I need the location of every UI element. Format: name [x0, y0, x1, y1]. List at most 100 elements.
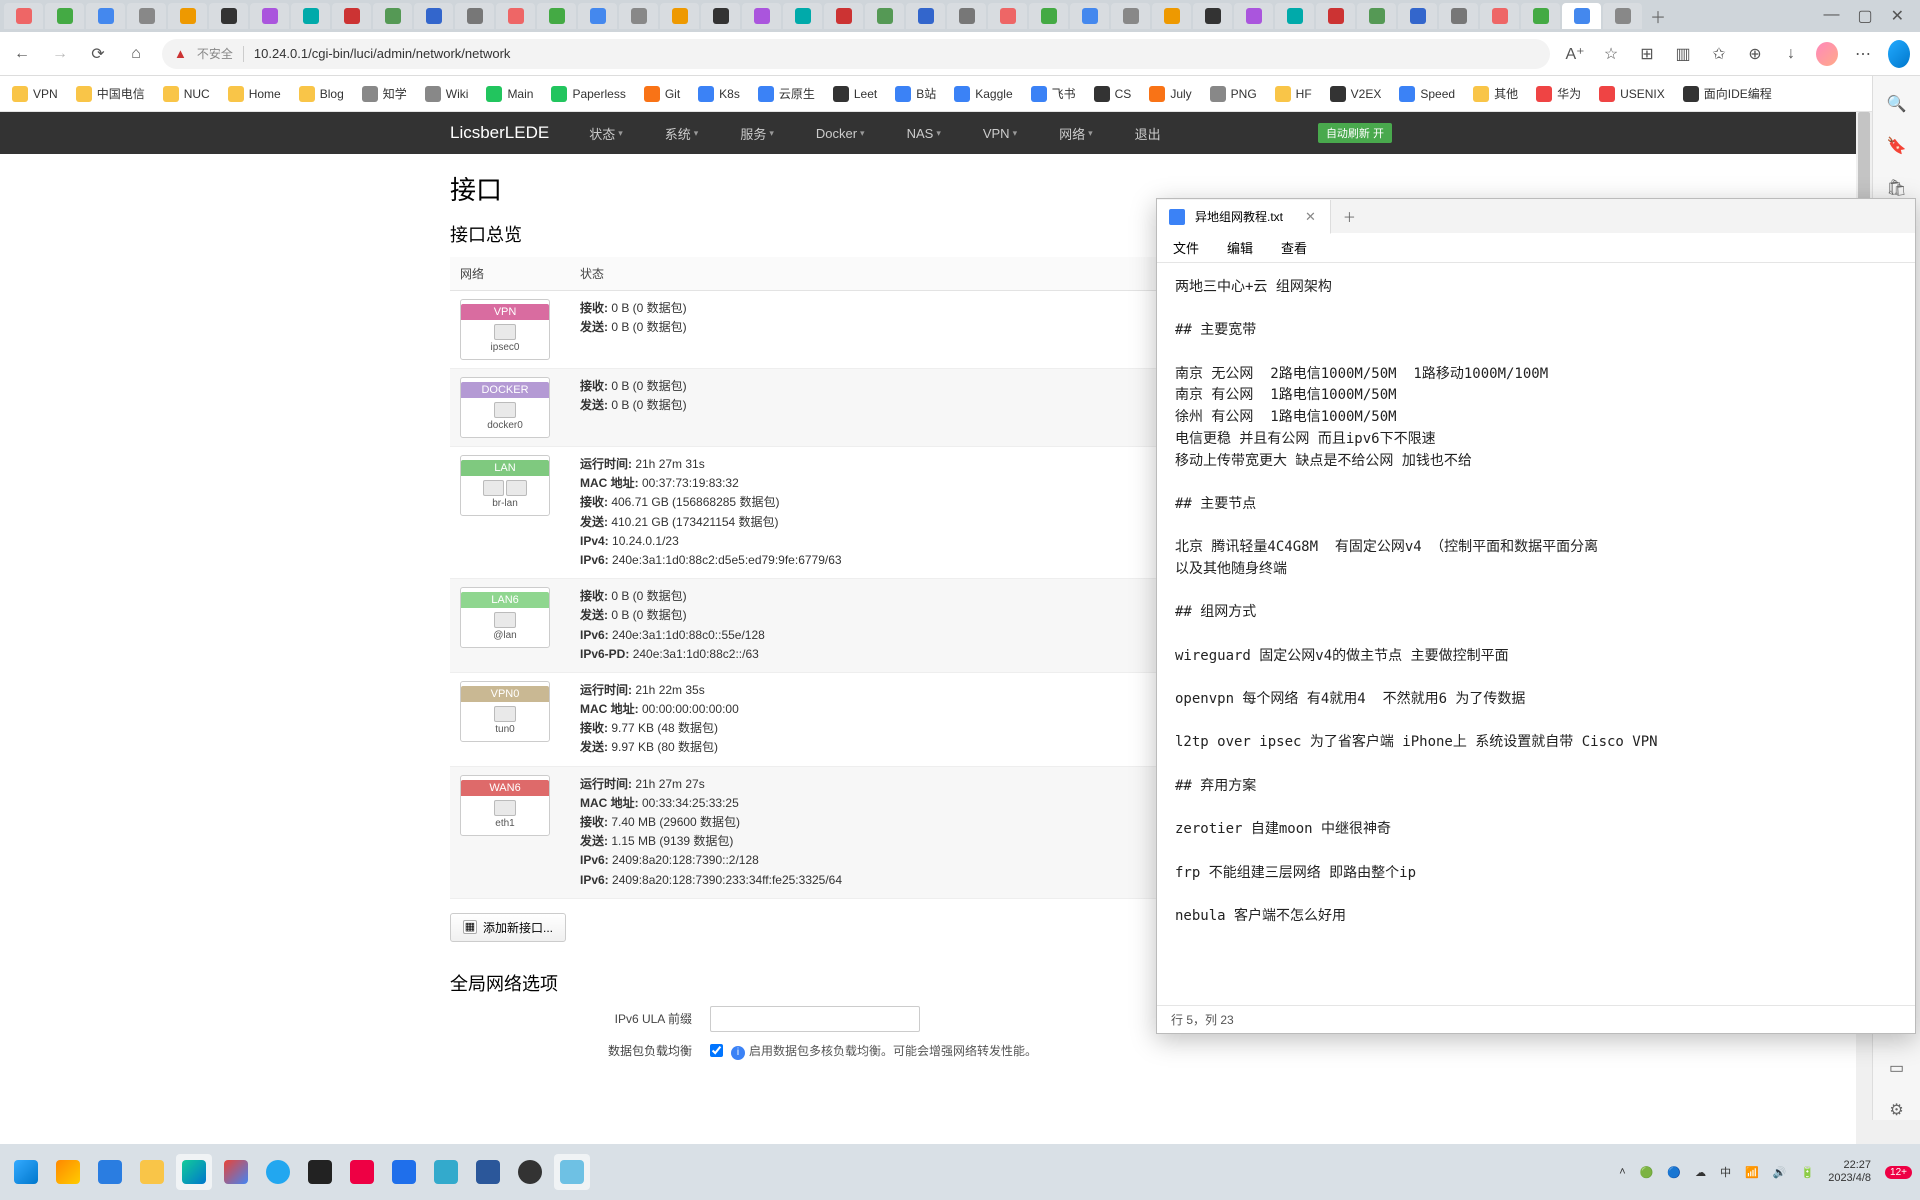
downloads-icon[interactable]: ↓: [1780, 45, 1802, 63]
tray-onedrive[interactable]: ☁: [1695, 1166, 1706, 1179]
bookmark-item[interactable]: Leet: [833, 86, 877, 102]
notepad-body[interactable]: 两地三中心+云 组网架构 ## 主要宽带 南京 无公网 2路电信1000M/50…: [1157, 263, 1915, 1005]
tray-language[interactable]: 中: [1720, 1164, 1731, 1180]
sidebar-toggle-icon[interactable]: ▭: [1889, 1058, 1904, 1078]
tray-app-1[interactable]: 🟢: [1640, 1166, 1654, 1179]
nav-item[interactable]: 服务▾: [740, 124, 774, 143]
nav-item[interactable]: Docker▾: [816, 126, 865, 141]
browser-tab[interactable]: [86, 3, 125, 29]
notepad-tab-close[interactable]: ✕: [1305, 209, 1316, 225]
maximize-button[interactable]: ▢: [1857, 6, 1872, 26]
bookmark-item[interactable]: PNG: [1210, 86, 1257, 102]
browser-tab[interactable]: [1439, 3, 1478, 29]
interface-badge[interactable]: LAN6@lan: [460, 587, 550, 648]
browser-tab[interactable]: [1603, 3, 1642, 29]
browser-tab[interactable]: [1398, 3, 1437, 29]
reload-button[interactable]: ⟳: [86, 42, 110, 66]
forward-button[interactable]: →: [48, 42, 72, 66]
tray-wifi[interactable]: 📶: [1745, 1166, 1759, 1179]
word-icon[interactable]: [470, 1154, 506, 1190]
browser-tab[interactable]: [209, 3, 248, 29]
browser-tab[interactable]: [660, 3, 699, 29]
read-aloud-icon[interactable]: A⁺: [1564, 44, 1586, 64]
notepad-taskbar-icon[interactable]: [554, 1154, 590, 1190]
bookmark-item[interactable]: 华为: [1536, 85, 1581, 102]
more-icon[interactable]: ⋯: [1852, 44, 1874, 64]
bookmark-item[interactable]: Speed: [1399, 86, 1455, 102]
bookmark-item[interactable]: 其他: [1473, 85, 1518, 102]
bookmark-item[interactable]: K8s: [698, 86, 740, 102]
notepad-tab[interactable]: 异地组网教程.txt ✕: [1157, 200, 1331, 234]
shopping-icon[interactable]: 🛍: [1886, 178, 1906, 198]
browser-tab[interactable]: [783, 3, 822, 29]
interface-badge[interactable]: VPNipsec0: [460, 299, 550, 360]
bookmark-item[interactable]: 飞书: [1031, 85, 1076, 102]
bookmark-item[interactable]: Kaggle: [954, 86, 1012, 102]
auto-refresh-badge[interactable]: 自动刷新 开: [1318, 123, 1392, 143]
browser-tab[interactable]: [1029, 3, 1068, 29]
nav-item[interactable]: NAS▾: [907, 126, 941, 141]
browser-tab[interactable]: [701, 3, 740, 29]
nav-item[interactable]: VPN▾: [983, 126, 1017, 141]
start-button[interactable]: [8, 1154, 44, 1190]
browser-tab[interactable]: [414, 3, 453, 29]
notepad-titlebar[interactable]: 异地组网教程.txt ✕ ＋: [1157, 199, 1915, 233]
chrome-icon[interactable]: [218, 1154, 254, 1190]
interface-badge[interactable]: WAN6eth1: [460, 775, 550, 836]
explorer-icon[interactable]: [134, 1154, 170, 1190]
vscode-icon[interactable]: [260, 1154, 296, 1190]
browser-tab[interactable]: [4, 3, 43, 29]
app-icon-1[interactable]: [344, 1154, 380, 1190]
split-icon[interactable]: ▥: [1672, 44, 1694, 64]
browser-tab[interactable]: [1521, 3, 1560, 29]
browser-tab[interactable]: [906, 3, 945, 29]
bookmark-item[interactable]: Paperless: [551, 86, 625, 102]
tray-chevron[interactable]: ˄: [1619, 1166, 1625, 1178]
url-input[interactable]: ▲ 不安全 10.24.0.1/cgi-bin/luci/admin/netwo…: [162, 39, 1550, 69]
tray-volume[interactable]: 🔊: [1773, 1166, 1787, 1179]
tray-battery[interactable]: 🔋: [1801, 1166, 1815, 1179]
browser-tab[interactable]: [1070, 3, 1109, 29]
browser-tab[interactable]: [1357, 3, 1396, 29]
mail-icon[interactable]: [386, 1154, 422, 1190]
bookmark-item[interactable]: Wiki: [425, 86, 469, 102]
bookmark-item[interactable]: 中国电信: [76, 85, 145, 102]
bookmark-item[interactable]: HF: [1275, 86, 1312, 102]
nav-item[interactable]: 系统▾: [665, 124, 699, 143]
favorites-bar-icon[interactable]: ✩: [1708, 44, 1730, 64]
browser-tab[interactable]: [537, 3, 576, 29]
bookmark-item[interactable]: V2EX: [1330, 86, 1382, 102]
minimize-button[interactable]: —: [1823, 6, 1839, 26]
browser-tab[interactable]: [373, 3, 412, 29]
browser-tab[interactable]: [1152, 3, 1191, 29]
browser-tab[interactable]: [1480, 3, 1519, 29]
bookmark-item[interactable]: VPN: [12, 86, 58, 102]
browser-tab[interactable]: [455, 3, 494, 29]
settings-icon[interactable]: ⚙: [1889, 1100, 1903, 1120]
nav-item[interactable]: 状态▾: [589, 124, 623, 143]
interface-badge[interactable]: DOCKERdocker0: [460, 377, 550, 438]
browser-tab[interactable]: [988, 3, 1027, 29]
browser-tab[interactable]: [1193, 3, 1232, 29]
browser-tab[interactable]: [824, 3, 863, 29]
tray-app-2[interactable]: 🔵: [1667, 1166, 1681, 1179]
browser-tab[interactable]: [250, 3, 289, 29]
interface-badge[interactable]: LANbr-lan: [460, 455, 550, 516]
bookmark-item[interactable]: USENIX: [1599, 86, 1665, 102]
nav-item[interactable]: 退出: [1135, 124, 1161, 143]
bookmark-item[interactable]: 云原生: [758, 85, 815, 102]
taskbar-clock[interactable]: 22:27 2023/4/8: [1828, 1159, 1871, 1185]
todo-icon[interactable]: [92, 1154, 128, 1190]
extensions-icon[interactable]: ⊞: [1636, 44, 1658, 64]
browser-tab[interactable]: [619, 3, 658, 29]
nav-item[interactable]: 网络▾: [1059, 124, 1093, 143]
bookmark-item[interactable]: Blog: [299, 86, 344, 102]
notepad-menu-item[interactable]: 编辑: [1227, 238, 1253, 257]
copilot-icon[interactable]: [50, 1154, 86, 1190]
terminal-icon[interactable]: [302, 1154, 338, 1190]
ula-input[interactable]: [710, 1006, 920, 1032]
notepad-menu-item[interactable]: 查看: [1281, 238, 1307, 257]
notepad-menu-item[interactable]: 文件: [1173, 238, 1199, 257]
browser-tab[interactable]: [332, 3, 371, 29]
edge-icon[interactable]: [176, 1154, 212, 1190]
